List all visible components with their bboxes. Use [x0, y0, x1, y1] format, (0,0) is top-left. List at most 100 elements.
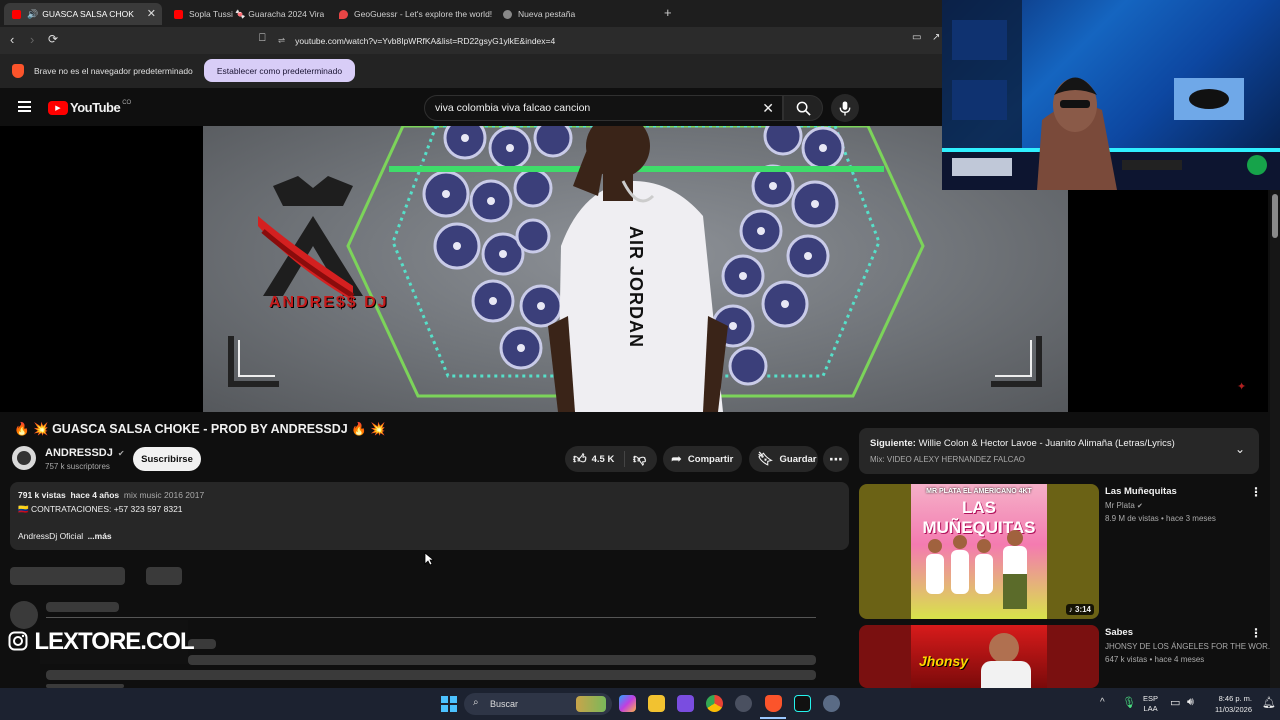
- search-input[interactable]: viva colombia viva falcao cancion ✕: [424, 95, 783, 121]
- copilot-icon[interactable]: [619, 695, 636, 712]
- instagram-icon: [8, 631, 28, 651]
- thumbs-up-icon: 👍︎: [573, 451, 587, 466]
- network-icon[interactable]: ▭: [1170, 696, 1180, 709]
- tab-2[interactable]: Sopla Tussi 🍬 Guaracha 2024 Viral: [166, 3, 328, 25]
- share-button[interactable]: ➦ Compartir: [663, 446, 742, 472]
- settings-gear-icon[interactable]: [823, 695, 840, 712]
- verified-icon: ✔: [1137, 503, 1143, 510]
- audio-icon[interactable]: 🔊: [27, 9, 38, 20]
- playlist-next-panel[interactable]: Siguiente: Willie Colon & Hector Lavoe -…: [859, 428, 1259, 474]
- dislike-button[interactable]: 👎︎: [633, 451, 646, 467]
- channel-avatar[interactable]: [12, 446, 36, 470]
- chevron-down-icon[interactable]: ⌄: [1235, 442, 1245, 456]
- thumbnail-people: [926, 530, 1027, 609]
- youtube-logo[interactable]: ▶ YouTube CO: [48, 100, 131, 115]
- tab-4[interactable]: Nueva pestaña: [495, 3, 657, 25]
- video-thumbnail[interactable]: MR PLATA EL AMERICANO 4KT LAS MUÑEQUITAS…: [859, 484, 1099, 619]
- search-button[interactable]: [783, 95, 823, 121]
- view-count: 791 k vistas: [18, 490, 66, 500]
- next-prefix: Siguiente:: [870, 438, 916, 449]
- voice-search-button[interactable]: [831, 94, 859, 122]
- microphone-icon: [839, 100, 851, 116]
- search-icon: ⌕: [473, 697, 479, 708]
- rec-title[interactable]: Las Muñequitas: [1105, 486, 1177, 497]
- back-icon[interactable]: ‹: [10, 32, 14, 47]
- cast-icon[interactable]: ▭: [912, 32, 921, 43]
- scrollbar-thumb[interactable]: [1272, 194, 1278, 238]
- system-clock[interactable]: 8:46 p. m. 11/03/2026: [1208, 693, 1252, 715]
- show-more-link[interactable]: ...más: [88, 531, 112, 541]
- language-indicator[interactable]: ESP LAA: [1143, 694, 1158, 714]
- clear-search-icon[interactable]: ✕: [762, 100, 774, 117]
- loading-placeholder: [188, 655, 816, 665]
- rec-title[interactable]: Sabes: [1105, 627, 1133, 638]
- more-actions-button[interactable]: ⋯: [823, 446, 849, 472]
- rec-meta: 647 k vistas • hace 4 meses: [1105, 655, 1205, 664]
- video-logo-text: ANDRE$$ DJ: [269, 294, 389, 311]
- volume-icon[interactable]: 🔊︎: [1187, 696, 1194, 709]
- menu-icon[interactable]: [18, 101, 31, 112]
- app-icon[interactable]: [677, 695, 694, 712]
- url-text: youtube.com/watch?v=Yvb8IpWRfKA&list=RD2…: [295, 35, 556, 46]
- youtube-header: ▶ YouTube CO viva colombia viva falcao c…: [0, 88, 942, 126]
- forward-icon[interactable]: ›: [30, 32, 34, 47]
- shirt-text: AIR JORDAN: [626, 226, 646, 349]
- contact-line: 🇨🇴 CONTRATACIONES: +57 323 597 8321: [18, 504, 183, 514]
- windows-start-icon[interactable]: [441, 696, 457, 712]
- mouse-cursor-icon: [424, 552, 434, 566]
- address-bar[interactable]: ⇌ youtube.com/watch?v=Yvb8IpWRfKA&list=R…: [278, 31, 908, 50]
- loading-placeholder: [10, 567, 125, 585]
- description-line: AndressDj Oficial ...más: [18, 531, 112, 541]
- new-tab-button[interactable]: +: [664, 5, 672, 20]
- bookmark-icon[interactable]: ⎕: [259, 32, 266, 45]
- like-dislike-group: 👍︎ 4.5 K 👎︎: [565, 446, 657, 472]
- rec-channel[interactable]: JHONSY DE LOS ÁNGELES FOR THE WOR...: [1105, 642, 1275, 651]
- notification-bell-icon[interactable]: 🔔︎: [1262, 696, 1276, 709]
- chrome-icon[interactable]: [706, 695, 723, 712]
- video-tags: mix music 2016 2017: [123, 490, 205, 500]
- next-title: Willie Colon & Hector Lavoe - Juanito Al…: [918, 438, 1175, 449]
- rec-channel[interactable]: Mr Plata ✔: [1105, 501, 1143, 510]
- geoguessr-favicon-icon: [339, 9, 348, 19]
- upload-age: hace 4 años: [70, 490, 120, 500]
- like-button[interactable]: 👍︎ 4.5 K: [565, 451, 625, 467]
- description-box[interactable]: 791 k vistas hace 4 años mix music 2016 …: [10, 482, 849, 550]
- subscribe-button[interactable]: Suscribirse: [133, 447, 201, 471]
- chevron-up-icon[interactable]: ^: [1100, 697, 1105, 708]
- video-thumbnail[interactable]: Jhonsy: [859, 625, 1099, 688]
- default-browser-infobar: Brave no es el navegador predeterminado …: [0, 54, 942, 88]
- rec-meta: 8.9 M de vistas • hace 3 meses: [1105, 514, 1216, 523]
- verified-icon: ✔: [117, 449, 125, 458]
- comment-divider: [46, 617, 816, 618]
- save-button[interactable]: 🔖︎ Guardar: [749, 446, 818, 472]
- video-title: 🔥 💥 GUASCA SALSA CHOKE - PROD BY ANDRESS…: [14, 422, 386, 436]
- tab-label: Nueva pestaña: [518, 9, 576, 19]
- tab-label: Sopla Tussi 🍬 Guaracha 2024 Viral: [189, 8, 324, 19]
- tiktok-icon[interactable]: [794, 695, 811, 712]
- open-external-icon[interactable]: ↗: [932, 32, 940, 43]
- close-tab-icon[interactable]: ✕: [147, 7, 156, 20]
- browser-nav-bar: ‹ › ⟳ ⎕ ⇌ youtube.com/watch?v=Yvb8IpWRfK…: [0, 27, 942, 54]
- tab-3[interactable]: GeoGuessr - Let's explore the world!: [331, 3, 493, 25]
- microphone-icon[interactable]: 🎙︎: [1122, 696, 1136, 709]
- file-explorer-icon[interactable]: [648, 695, 665, 712]
- brave-icon[interactable]: [765, 695, 782, 712]
- set-default-button[interactable]: Establecer como predeterminado: [204, 59, 355, 82]
- search-icon: [796, 101, 811, 116]
- youtube-favicon-icon: [174, 9, 183, 19]
- brave-shield-icon: [503, 9, 512, 19]
- subscriber-count: 757 k suscriptores: [45, 462, 110, 471]
- app-icon[interactable]: [735, 695, 752, 712]
- channel-watermark-icon[interactable]: ✦: [1237, 380, 1246, 393]
- page-scrollbar[interactable]: [1270, 190, 1280, 688]
- site-info-icon[interactable]: ⇌: [278, 35, 285, 46]
- channel-name[interactable]: ANDRESSDJ ✔: [45, 447, 125, 459]
- youtube-play-icon: ▶: [48, 100, 68, 115]
- reload-icon[interactable]: ⟳: [48, 32, 58, 46]
- more-vert-icon[interactable]: ⋮: [1250, 485, 1262, 499]
- mix-label: Mix: VIDEO ALEXY HERNANDEZ FALCAO: [870, 455, 1026, 464]
- webcam-overlay: [942, 0, 1280, 190]
- tab-active[interactable]: 🔊 GUASCA SALSA CHOK ✕: [4, 3, 162, 25]
- more-vert-icon[interactable]: ⋮: [1250, 626, 1262, 640]
- taskbar-search[interactable]: ⌕ Buscar: [464, 693, 612, 715]
